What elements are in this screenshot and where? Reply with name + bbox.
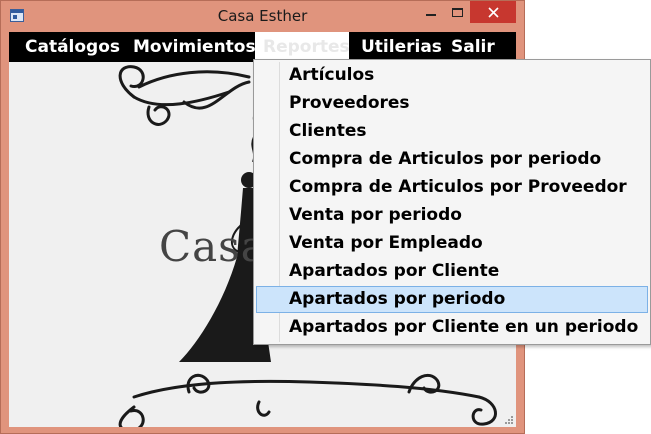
menu-utilerias[interactable]: Utilerias — [353, 32, 450, 62]
close-button[interactable] — [470, 1, 516, 23]
menu-item-articulos[interactable]: Artículos — [256, 62, 648, 89]
close-icon — [487, 6, 499, 18]
menu-item-compra-articulos-proveedor[interactable]: Compra de Articulos por Proveedor — [256, 174, 648, 201]
menu-salir[interactable]: Salir — [443, 32, 503, 62]
menu-item-clientes[interactable]: Clientes — [256, 118, 648, 145]
minimize-button[interactable] — [418, 1, 444, 23]
brand-text: Casa — [159, 222, 267, 271]
menu-item-proveedores[interactable]: Proveedores — [256, 90, 648, 117]
menu-item-apartados-cliente-periodo[interactable]: Apartados por Cliente en un periodo — [256, 314, 648, 341]
maximize-button[interactable] — [444, 1, 470, 23]
resize-grip-icon[interactable] — [503, 414, 513, 424]
title-bar[interactable]: Casa Esther — [1, 1, 524, 32]
menu-bar: Catálogos Movimientos Reportes Utilerias… — [9, 32, 516, 62]
menu-item-apartados-cliente[interactable]: Apartados por Cliente — [256, 258, 648, 285]
menu-item-apartados-periodo[interactable]: Apartados por periodo — [256, 286, 648, 313]
menu-catalogos[interactable]: Catálogos — [17, 32, 128, 62]
reportes-dropdown: Artículos Proveedores Clientes Compra de… — [253, 59, 651, 345]
menu-reportes[interactable]: Reportes — [255, 32, 350, 62]
menu-movimientos[interactable]: Movimientos — [125, 32, 264, 62]
menu-item-venta-empleado[interactable]: Venta por Empleado — [256, 230, 648, 257]
menu-item-compra-articulos-periodo[interactable]: Compra de Articulos por periodo — [256, 146, 648, 173]
menu-item-venta-periodo[interactable]: Venta por periodo — [256, 202, 648, 229]
minimize-icon — [426, 14, 436, 16]
maximize-icon — [451, 7, 463, 17]
